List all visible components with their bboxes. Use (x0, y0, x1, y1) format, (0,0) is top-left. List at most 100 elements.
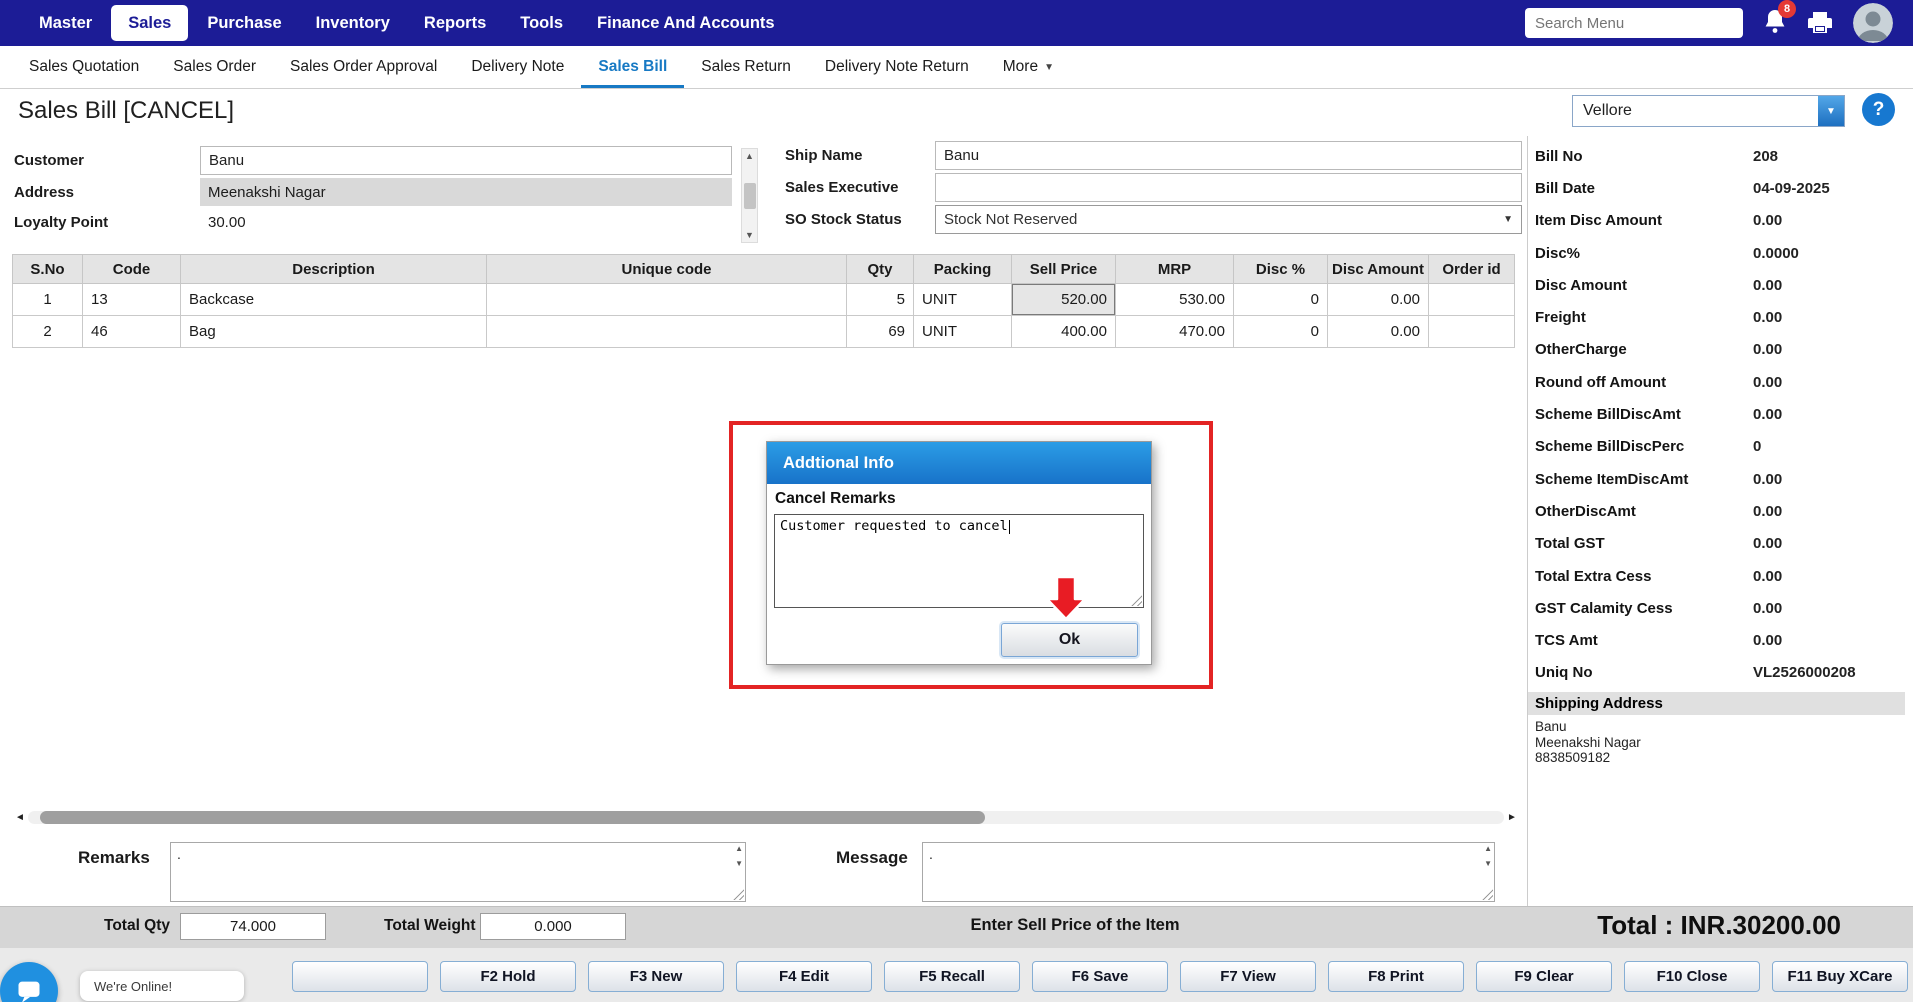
top-navbar: Master Sales Purchase Inventory Reports … (0, 0, 1913, 46)
fn-button-f8-print[interactable]: F8 Print (1328, 961, 1464, 992)
cell-packing[interactable]: UNIT (914, 284, 1012, 316)
address-field[interactable]: Meenakshi Nagar (200, 178, 732, 206)
sales-executive-input[interactable] (935, 173, 1522, 202)
print-button[interactable] (1807, 11, 1833, 35)
page-title: Sales Bill [CANCEL] (18, 97, 234, 125)
cell-sno[interactable]: 2 (13, 316, 83, 348)
fn-button-blank[interactable] (292, 961, 428, 992)
total-weight-input[interactable] (480, 913, 626, 940)
summary-value: 0.0000 (1753, 245, 1799, 262)
help-button[interactable]: ? (1862, 93, 1895, 126)
cell-code[interactable]: 46 (83, 316, 181, 348)
scrollbar-track[interactable] (28, 811, 1504, 824)
tab-sales-order[interactable]: Sales Order (156, 46, 273, 88)
textarea-scroll-arrows[interactable]: ▲ ▼ (735, 845, 743, 868)
scroll-left-icon[interactable]: ◄ (12, 812, 28, 823)
fn-button-f11-buy-xcare[interactable]: F11 Buy XCare (1772, 961, 1908, 992)
cell-disc-percent[interactable]: 0 (1234, 284, 1328, 316)
resize-grip[interactable] (1482, 889, 1493, 900)
horizontal-scrollbar[interactable]: ◄ ► (12, 808, 1520, 826)
nav-item-inventory[interactable]: Inventory (299, 0, 407, 46)
nav-item-tools[interactable]: Tools (503, 0, 580, 46)
sell-price-cell-selected[interactable]: 520.00 (1012, 284, 1116, 316)
scroll-up-icon[interactable]: ▲ (745, 151, 754, 161)
fn-button-f10-close[interactable]: F10 Close (1624, 961, 1760, 992)
scroll-down-icon[interactable]: ▼ (1484, 860, 1492, 868)
question-mark-icon: ? (1873, 99, 1885, 121)
scroll-up-icon[interactable]: ▲ (735, 845, 743, 853)
scroll-up-icon[interactable]: ▲ (1484, 845, 1492, 853)
tab-sales-quotation[interactable]: Sales Quotation (12, 46, 156, 88)
form-scrollbar[interactable]: ▲ ▼ (741, 148, 758, 243)
cell-mrp[interactable]: 470.00 (1116, 316, 1234, 348)
user-avatar[interactable] (1853, 3, 1893, 43)
fn-button-f4-edit[interactable]: F4 Edit (736, 961, 872, 992)
fn-button-f5-recall[interactable]: F5 Recall (884, 961, 1020, 992)
nav-item-finance-and-accounts[interactable]: Finance And Accounts (580, 0, 792, 46)
summary-row-disc-amount: Disc Amount0.00 (1528, 269, 1913, 301)
resize-grip[interactable] (733, 889, 744, 900)
chat-status-tooltip[interactable]: We're Online! (80, 971, 244, 1001)
nav-item-reports[interactable]: Reports (407, 0, 503, 46)
nav-item-master[interactable]: Master (22, 0, 109, 46)
scroll-down-icon[interactable]: ▼ (735, 860, 743, 868)
search-input[interactable] (1525, 8, 1743, 38)
so-stock-status-label: SO Stock Status (785, 211, 935, 228)
tab-more-label: More (1003, 58, 1038, 76)
remarks-textarea[interactable]: . ▲ ▼ (170, 842, 746, 902)
cell-qty[interactable]: 5 (847, 284, 914, 316)
cell-order-id[interactable] (1429, 316, 1515, 348)
summary-label: Disc% (1535, 245, 1753, 262)
so-stock-status-select[interactable]: Stock Not Reserved ▼ (935, 205, 1522, 234)
cell-packing[interactable]: UNIT (914, 316, 1012, 348)
tab-delivery-note-return[interactable]: Delivery Note Return (808, 46, 986, 88)
nav-item-purchase[interactable]: Purchase (190, 0, 298, 46)
cell-sell-price[interactable]: 400.00 (1012, 316, 1116, 348)
message-textarea[interactable]: . ▲ ▼ (922, 842, 1495, 902)
summary-value: 208 (1753, 148, 1778, 165)
scrollbar-thumb[interactable] (40, 811, 985, 824)
summary-value: 0.00 (1753, 600, 1782, 617)
cell-description[interactable]: Backcase (181, 284, 487, 316)
fn-button-f7-view[interactable]: F7 View (1180, 961, 1316, 992)
scrollbar-thumb[interactable] (744, 183, 756, 209)
cell-mrp[interactable]: 530.00 (1116, 284, 1234, 316)
modal-title-bar: Addtional Info (767, 442, 1151, 484)
customer-input[interactable] (200, 146, 732, 175)
total-qty-input[interactable] (180, 913, 326, 940)
textarea-scroll-arrows[interactable]: ▲ ▼ (1484, 845, 1492, 868)
cell-qty[interactable]: 69 (847, 316, 914, 348)
cell-unique-code[interactable] (487, 316, 847, 348)
cell-disc-amount[interactable]: 0.00 (1328, 284, 1429, 316)
tab-sales-order-approval[interactable]: Sales Order Approval (273, 46, 454, 88)
fn-button-f2-hold[interactable]: F2 Hold (440, 961, 576, 992)
ok-button[interactable]: Ok (1001, 623, 1138, 657)
cell-unique-code[interactable] (487, 284, 847, 316)
fn-button-f6-save[interactable]: F6 Save (1032, 961, 1168, 992)
resize-grip[interactable] (1131, 595, 1142, 606)
notification-button[interactable]: 8 (1763, 8, 1787, 39)
tab-more[interactable]: More ▼ (986, 46, 1071, 88)
ship-name-input[interactable] (935, 141, 1522, 170)
fn-button-f9-clear[interactable]: F9 Clear (1476, 961, 1612, 992)
tab-delivery-note[interactable]: Delivery Note (454, 46, 581, 88)
cell-sno[interactable]: 1 (13, 284, 83, 316)
grid-header-row: S.No Code Description Unique code Qty Pa… (13, 255, 1515, 284)
scroll-down-icon[interactable]: ▼ (745, 230, 754, 240)
fn-button-f3-new[interactable]: F3 New (588, 961, 724, 992)
chevron-down-icon[interactable]: ▼ (1818, 96, 1844, 126)
tab-sales-bill[interactable]: Sales Bill (581, 46, 684, 88)
scroll-right-icon[interactable]: ► (1504, 812, 1520, 823)
nav-item-sales[interactable]: Sales (111, 5, 188, 41)
tab-sales-return[interactable]: Sales Return (684, 46, 808, 88)
branch-dropdown[interactable]: Vellore ▼ (1572, 95, 1845, 127)
cell-disc-percent[interactable]: 0 (1234, 316, 1328, 348)
cell-order-id[interactable] (1429, 284, 1515, 316)
summary-value: 0.00 (1753, 503, 1782, 520)
cell-disc-amount[interactable]: 0.00 (1328, 316, 1429, 348)
customer-form: Customer Address Meenakshi Nagar Loyalty… (14, 146, 758, 239)
cancel-remarks-textarea[interactable]: Customer requested to cancel (774, 514, 1144, 608)
cell-description[interactable]: Bag (181, 316, 487, 348)
text-caret (1009, 520, 1010, 534)
cell-code[interactable]: 13 (83, 284, 181, 316)
